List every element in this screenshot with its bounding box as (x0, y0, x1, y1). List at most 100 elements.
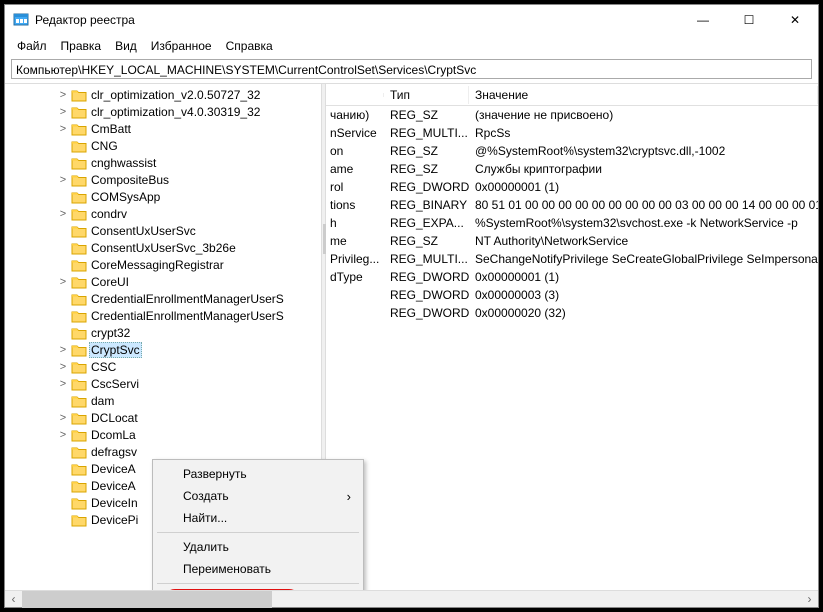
tree-item-label: DCLocat (89, 411, 140, 425)
folder-icon (71, 343, 87, 357)
list-pane[interactable]: Тип Значение чанию)REG_SZ(значение не пр… (326, 84, 818, 590)
folder-icon (71, 224, 87, 238)
list-row[interactable]: REG_DWORD0x00000020 (32) (326, 304, 818, 322)
close-button[interactable]: ✕ (772, 5, 818, 35)
tree-item[interactable]: defragsv (5, 443, 321, 460)
cell-name: me (326, 234, 384, 248)
cell-value: @%SystemRoot%\system32\cryptsvc.dll,-100… (469, 144, 818, 158)
list-row[interactable]: onREG_SZ@%SystemRoot%\system32\cryptsvc.… (326, 142, 818, 160)
expand-icon[interactable]: > (57, 412, 69, 424)
cell-type: REG_SZ (384, 108, 469, 122)
tree-item[interactable]: CredentialEnrollmentManagerUserS (5, 307, 321, 324)
list-row[interactable]: чанию)REG_SZ(значение не присвоено) (326, 106, 818, 124)
cell-value: (значение не присвоено) (469, 108, 818, 122)
list-row[interactable]: REG_DWORD0x00000003 (3) (326, 286, 818, 304)
cell-type: REG_MULTI... (384, 126, 469, 140)
list-header: Тип Значение (326, 84, 818, 106)
folder-icon (71, 462, 87, 476)
cell-type: REG_SZ (384, 162, 469, 176)
tree-item[interactable]: >CSC (5, 358, 321, 375)
col-type[interactable]: Тип (384, 86, 469, 104)
tree-item-label: CoreMessagingRegistrar (89, 258, 226, 272)
list-row[interactable]: tionsREG_BINARY80 51 01 00 00 00 00 00 0… (326, 196, 818, 214)
folder-icon (71, 241, 87, 255)
menu-view[interactable]: Вид (109, 37, 143, 55)
expand-icon[interactable]: > (57, 276, 69, 288)
tree-item-label: ConsentUxUserSvc_3b26e (89, 241, 238, 255)
ctx-export[interactable]: Экспортировать (155, 587, 361, 590)
tree-item-label: dam (89, 394, 116, 408)
address-bar[interactable]: Компьютер\HKEY_LOCAL_MACHINE\SYSTEM\Curr… (11, 59, 812, 79)
ctx-new[interactable]: Создать (155, 485, 361, 507)
list-row[interactable]: ameREG_SZСлужбы криптографии (326, 160, 818, 178)
expand-icon[interactable]: > (57, 123, 69, 135)
folder-icon (71, 173, 87, 187)
tree-item[interactable]: > DCLocat (5, 409, 321, 426)
tree-item[interactable]: crypt32 (5, 324, 321, 341)
menu-edit[interactable]: Правка (55, 37, 108, 55)
expand-icon[interactable]: > (57, 89, 69, 101)
window-title: Редактор реестра (35, 13, 680, 27)
cell-type: REG_EXPA... (384, 216, 469, 230)
cell-name: dType (326, 270, 384, 284)
tree-item[interactable]: >clr_optimization_v4.0.30319_32 (5, 103, 321, 120)
tree-item[interactable]: >clr_optimization_v2.0.50727_32 (5, 86, 321, 103)
scroll-left-icon[interactable]: ‹ (5, 591, 22, 607)
tree-item[interactable]: CNG (5, 137, 321, 154)
tree-item[interactable]: ConsentUxUserSvc_3b26e (5, 239, 321, 256)
list-row[interactable]: nServiceREG_MULTI...RpcSs (326, 124, 818, 142)
minimize-button[interactable]: — (680, 5, 726, 35)
tree-item[interactable]: ConsentUxUserSvc (5, 222, 321, 239)
tree-item[interactable]: dam (5, 392, 321, 409)
tree-item[interactable]: >condrv (5, 205, 321, 222)
tree-item-label: CscServi (89, 377, 141, 391)
expand-icon[interactable]: > (57, 174, 69, 186)
tree-item[interactable]: > CscServi (5, 375, 321, 392)
ctx-rename[interactable]: Переименовать (155, 558, 361, 580)
scroll-thumb[interactable] (22, 591, 272, 608)
expand-icon[interactable]: > (57, 361, 69, 373)
menu-help[interactable]: Справка (220, 37, 279, 55)
list-row[interactable]: rolREG_DWORD0x00000001 (1) (326, 178, 818, 196)
folder-icon (71, 309, 87, 323)
expand-icon[interactable]: > (57, 106, 69, 118)
cell-name: on (326, 144, 384, 158)
ctx-delete[interactable]: Удалить (155, 536, 361, 558)
tree-item[interactable]: >CmBatt (5, 120, 321, 137)
menu-file[interactable]: Файл (11, 37, 53, 55)
tree-item[interactable]: cnghwassist (5, 154, 321, 171)
list-row[interactable]: dTypeREG_DWORD0x00000001 (1) (326, 268, 818, 286)
scroll-track[interactable] (22, 591, 801, 607)
folder-icon (71, 428, 87, 442)
maximize-button[interactable]: ☐ (726, 5, 772, 35)
tree-item[interactable]: CoreMessagingRegistrar (5, 256, 321, 273)
tree-item-label: cnghwassist (89, 156, 158, 170)
menu-favorites[interactable]: Избранное (145, 37, 218, 55)
ctx-expand[interactable]: Развернуть (155, 463, 361, 485)
cell-name: rol (326, 180, 384, 194)
col-name[interactable] (326, 93, 384, 97)
expand-icon[interactable]: > (57, 429, 69, 441)
cell-value: 0x00000001 (1) (469, 180, 818, 194)
ctx-find[interactable]: Найти... (155, 507, 361, 529)
folder-icon (71, 496, 87, 510)
expand-icon[interactable]: > (57, 378, 69, 390)
tree-item[interactable]: >DcomLa (5, 426, 321, 443)
expand-icon[interactable]: > (57, 344, 69, 356)
cell-value: 80 51 01 00 00 00 00 00 00 00 00 00 03 0… (469, 198, 818, 212)
tree-item[interactable]: >CoreUI (5, 273, 321, 290)
cell-type: REG_DWORD (384, 288, 469, 302)
horizontal-scrollbar[interactable]: ‹ › (5, 590, 818, 607)
cell-type: REG_SZ (384, 234, 469, 248)
tree-item[interactable]: COMSysApp (5, 188, 321, 205)
tree-item[interactable]: CredentialEnrollmentManagerUserS (5, 290, 321, 307)
list-row[interactable]: meREG_SZNT Authority\NetworkService (326, 232, 818, 250)
expand-icon[interactable]: > (57, 208, 69, 220)
tree-item[interactable]: >CompositeBus (5, 171, 321, 188)
scroll-right-icon[interactable]: › (801, 591, 818, 607)
tree-item[interactable]: >CryptSvc (5, 341, 321, 358)
col-value[interactable]: Значение (469, 86, 818, 104)
tree-item-label: CredentialEnrollmentManagerUserS (89, 292, 286, 306)
list-row[interactable]: hREG_EXPA...%SystemRoot%\system32\svchos… (326, 214, 818, 232)
list-row[interactable]: Privileg...REG_MULTI...SeChangeNotifyPri… (326, 250, 818, 268)
